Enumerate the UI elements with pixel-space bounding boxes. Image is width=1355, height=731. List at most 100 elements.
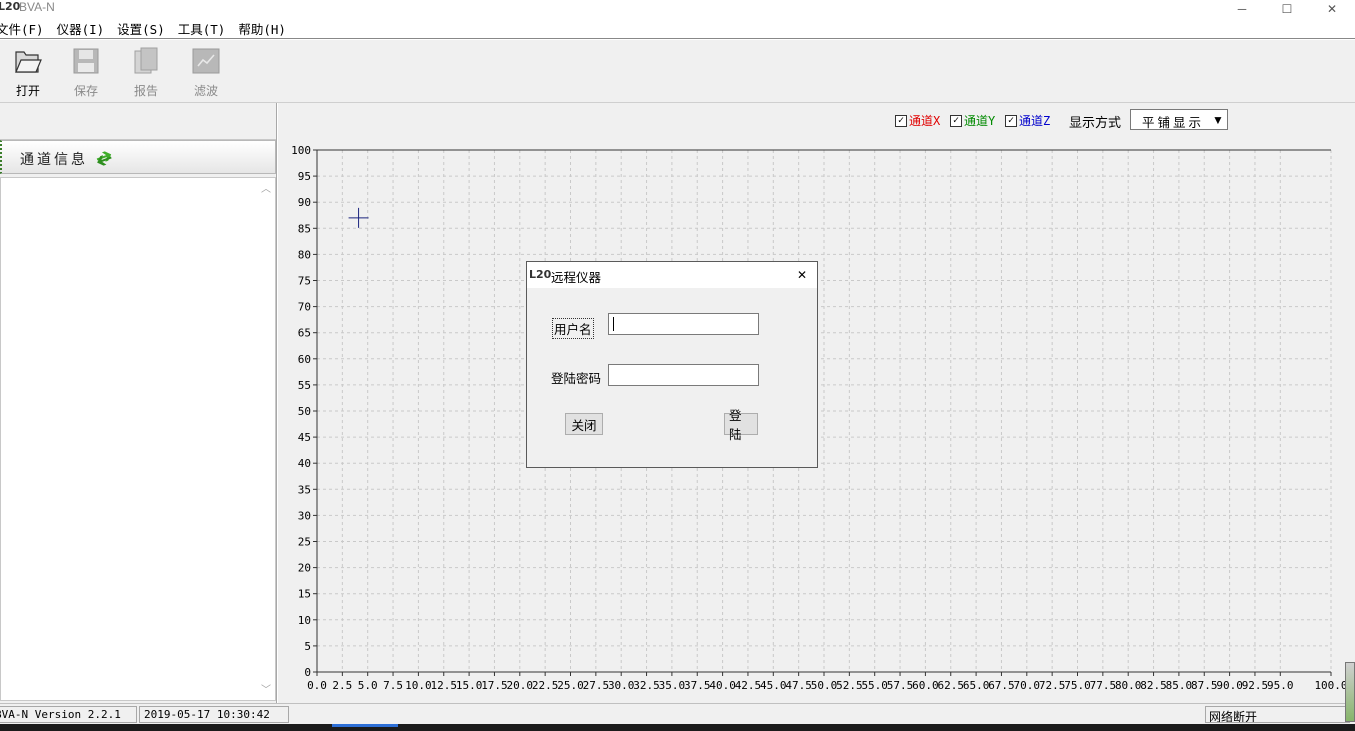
y-tick-label: 45: [298, 431, 311, 444]
x-tick-label: 62.5: [938, 679, 965, 692]
x-tick-label: 7.5: [383, 679, 403, 692]
x-tick-label: 27.5: [583, 679, 610, 692]
filter-icon: [192, 48, 220, 74]
channel-y-checkbox[interactable]: ✓ 通道Y: [950, 112, 995, 129]
y-tick-label: 70: [298, 301, 311, 314]
x-tick-label: 42.5: [735, 679, 762, 692]
channel-x-label: 通道X: [909, 114, 941, 128]
channel-y-label: 通道Y: [964, 114, 996, 128]
checkbox-z-box[interactable]: ✓: [1005, 114, 1017, 127]
taskbar-highlight: [332, 724, 398, 727]
x-tick-label: 75.0: [1064, 679, 1091, 692]
dialog-title-bar[interactable]: L20 远程仪器 ✕: [527, 262, 817, 288]
text-caret: [613, 317, 614, 331]
channel-list[interactable]: ︿ ﹀: [0, 177, 276, 701]
checkbox-x-box[interactable]: ✓: [895, 114, 907, 127]
channel-panel: 通道信息 ︿ ﹀: [0, 103, 277, 703]
login-button[interactable]: 登陆: [724, 409, 758, 442]
display-mode-value: 平铺显示: [1142, 115, 1205, 130]
x-tick-label: 25.0: [557, 679, 584, 692]
chart-controls: ✓ 通道X ✓ 通道Y ✓ 通道Z 显示方式 平铺显示 ▼: [278, 103, 1355, 139]
version-status: BVA-N Version 2.2.1: [0, 706, 137, 723]
x-tick-label: 55.0: [861, 679, 888, 692]
network-status: 网络断开: [1205, 706, 1350, 723]
save-button[interactable]: 保存: [61, 46, 111, 98]
password-label: 登陆密码: [551, 372, 602, 386]
y-tick-label: 60: [298, 353, 311, 366]
filter-button[interactable]: 滤波: [181, 46, 231, 98]
password-input[interactable]: [608, 364, 759, 386]
y-tick-label: 15: [298, 588, 311, 601]
x-tick-label: 20.0: [507, 679, 534, 692]
x-tick-label: 82.5: [1140, 679, 1167, 692]
x-tick-label: 30.0: [608, 679, 635, 692]
x-tick-label: 10.0: [405, 679, 432, 692]
x-tick-label: 60.0: [912, 679, 939, 692]
minimize-icon: ─: [1237, 2, 1247, 16]
dropdown-arrow-icon[interactable]: ▼: [1209, 110, 1227, 129]
menu-file[interactable]: 文件(F): [0, 19, 51, 38]
username-input[interactable]: [608, 313, 759, 335]
x-tick-label: 50.0: [811, 679, 838, 692]
x-tick-label: 45.0: [760, 679, 787, 692]
minimize-button[interactable]: ─: [1219, 0, 1265, 18]
y-tick-label: 0: [304, 666, 311, 679]
channel-info-title: 通道信息: [20, 152, 88, 168]
menu-settings[interactable]: 设置(S): [117, 19, 172, 38]
folder-open-icon: [15, 51, 42, 73]
close-window-button[interactable]: ✕: [1309, 0, 1355, 18]
y-tick-label: 80: [298, 248, 311, 261]
y-tick-label: 35: [298, 483, 311, 496]
refresh-arrows-icon[interactable]: [94, 148, 114, 168]
panel-top-strip: [0, 103, 276, 140]
channel-z-checkbox[interactable]: ✓ 通道Z: [1005, 112, 1050, 129]
close-button[interactable]: 关闭: [565, 413, 603, 435]
x-tick-label: 65.0: [963, 679, 990, 692]
channel-x-checkbox[interactable]: ✓ 通道X: [895, 112, 940, 129]
x-tick-label: 57.5: [887, 679, 914, 692]
report-label: 报告: [133, 84, 158, 98]
y-tick-label: 30: [298, 509, 311, 522]
x-tick-label: 100.0: [1314, 679, 1347, 692]
channel-info-header[interactable]: 通道信息: [0, 140, 276, 174]
dialog-logo: L20: [529, 268, 552, 281]
x-tick-label: 0.0: [307, 679, 327, 692]
x-tick-label: 32.5: [633, 679, 660, 692]
maximize-icon: ☐: [1281, 2, 1293, 16]
x-tick-label: 52.5: [836, 679, 863, 692]
x-tick-label: 2.5: [332, 679, 352, 692]
x-tick-label: 22.5: [532, 679, 559, 692]
y-tick-label: 25: [298, 536, 311, 549]
y-tick-label: 90: [298, 196, 311, 209]
checkbox-y-box[interactable]: ✓: [950, 114, 962, 127]
report-button[interactable]: 报告: [121, 46, 171, 98]
channel-list-scrollbar[interactable]: ︿ ﹀: [258, 178, 275, 700]
x-tick-label: 92.5: [1242, 679, 1269, 692]
x-tick-label: 47.5: [785, 679, 812, 692]
remote-instrument-dialog: L20 远程仪器 ✕ 用户名 登陆密码 关闭 登陆: [526, 261, 818, 468]
x-tick-label: 15.0: [456, 679, 483, 692]
scroll-up-icon[interactable]: ︿: [261, 180, 271, 195]
app-title: BVA-N: [19, 0, 55, 14]
datetime-status: 2019-05-17 10:30:42: [139, 706, 289, 723]
open-button[interactable]: 打开: [3, 46, 53, 98]
y-tick-label: 5: [304, 640, 311, 653]
menu-help[interactable]: 帮助(H): [238, 19, 293, 38]
status-bar: BVA-N Version 2.2.1 2019-05-17 10:30:42 …: [0, 703, 1355, 724]
y-tick-label: 40: [298, 457, 311, 470]
x-tick-label: 90.0: [1216, 679, 1243, 692]
x-tick-label: 80.0: [1115, 679, 1142, 692]
menu-instrument[interactable]: 仪器(I): [57, 19, 112, 38]
x-tick-label: 87.5: [1191, 679, 1218, 692]
maximize-button[interactable]: ☐: [1264, 0, 1310, 18]
taskbar-strip: [0, 724, 1355, 731]
menu-tools[interactable]: 工具(T): [178, 19, 233, 38]
x-tick-label: 35.0: [659, 679, 686, 692]
scroll-down-icon[interactable]: ﹀: [261, 681, 271, 696]
floppy-icon: [73, 48, 99, 74]
y-tick-label: 50: [298, 405, 311, 418]
y-tick-label: 75: [298, 275, 311, 288]
y-tick-label: 65: [298, 327, 311, 340]
dialog-close-icon[interactable]: ✕: [792, 265, 812, 285]
display-mode-select[interactable]: 平铺显示 ▼: [1130, 109, 1228, 130]
